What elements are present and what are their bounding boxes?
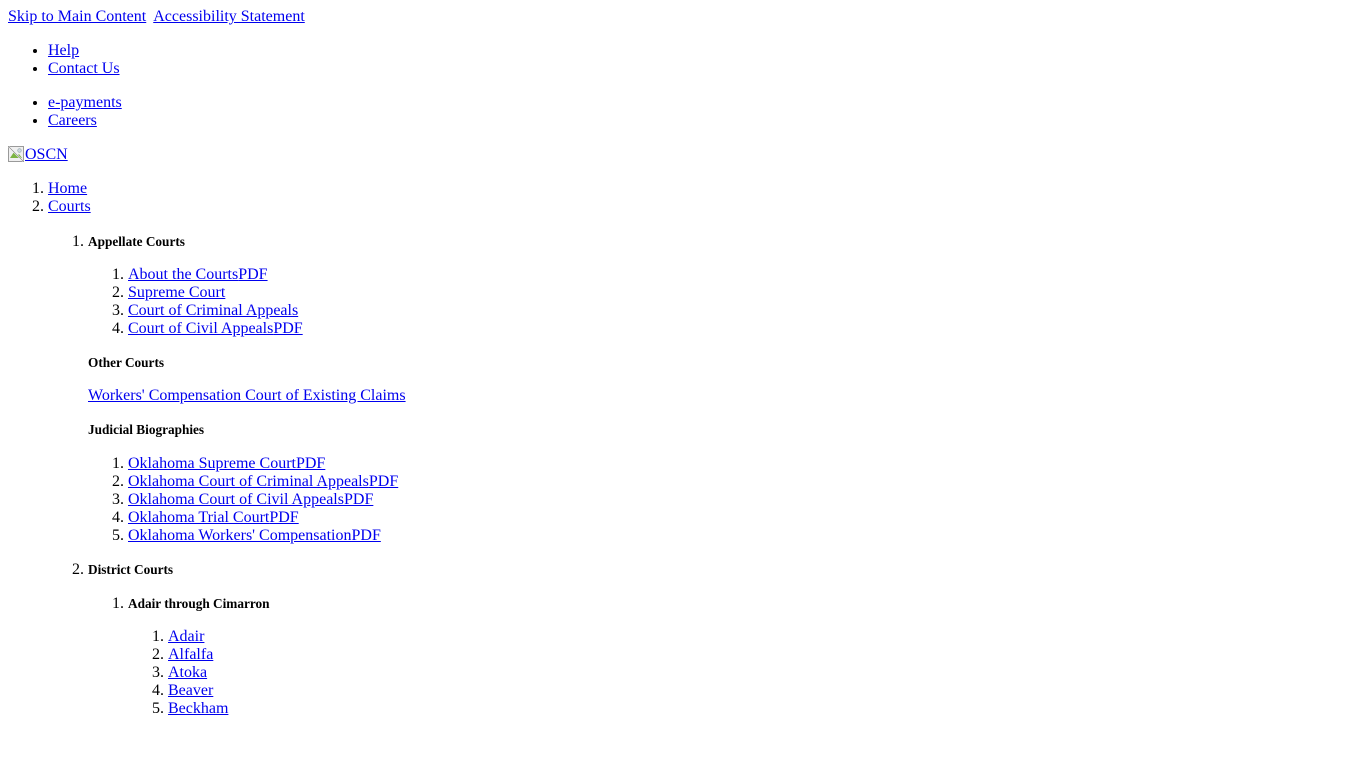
page-title-district-courts: District Courts — [88, 562, 174, 578]
pdf-icon-alt: PDF — [368, 472, 399, 490]
appellate-courts-links: About the CourtsPDF Supreme Court Court … — [88, 266, 1358, 338]
list-item: Court of Criminal Appeals — [128, 302, 1358, 320]
page-title-appellate-courts: Appellate Courts — [88, 233, 185, 249]
oklahoma-trial-court-bio-link[interactable]: Oklahoma Trial CourtPDF — [128, 509, 299, 526]
list-item: Court of Civil AppealsPDF — [128, 320, 1358, 338]
pdf-icon-alt: PDF — [273, 320, 303, 338]
help-link[interactable]: Help — [48, 42, 79, 59]
page-body: { "skip_links": [ { "label": "Skip to Ma… — [0, 0, 1366, 768]
page-title-judicial-biographies: Judicial Biographies — [88, 421, 205, 437]
link-label: Oklahoma Court of Criminal Appeals — [128, 472, 369, 490]
link-label: Supreme Court — [128, 284, 226, 302]
section-district-courts: District Courts Adair through Cimarron A… — [88, 561, 1358, 718]
utility-nav-secondary: e-payments Careers — [8, 94, 1358, 130]
breadcrumb-item-home: Home — [48, 180, 1358, 198]
list-item: Oklahoma Supreme CourtPDF — [128, 455, 1358, 473]
about-the-courts-link[interactable]: About the CourtsPDF — [128, 266, 268, 283]
oklahoma-workers-compensation-bio-link[interactable]: Oklahoma Workers' CompensationPDF — [128, 527, 381, 544]
list-item: Adair — [168, 628, 1358, 646]
other-courts-paragraph: Workers' Compensation Court of Existing … — [88, 387, 1358, 405]
county-link-beaver[interactable]: Beaver — [168, 682, 213, 699]
section-appellate-courts: Appellate Courts About the CourtsPDF Sup… — [88, 233, 1358, 545]
pdf-icon-alt: PDF — [343, 490, 374, 508]
link-label: About the Courts — [128, 266, 239, 284]
list-item: e-payments — [48, 94, 1358, 112]
courts-sections-list: Appellate Courts About the CourtsPDF Sup… — [48, 233, 1358, 719]
utility-nav-primary: Help Contact Us — [8, 42, 1358, 78]
page-title-adair-through-cimarron: Adair through Cimarron — [128, 595, 270, 611]
county-link-beckham[interactable]: Beckham — [168, 700, 228, 717]
district-courts-groups: Adair through Cimarron Adair Alfalfa Ato… — [88, 595, 1358, 719]
oklahoma-court-of-criminal-appeals-bio-link[interactable]: Oklahoma Court of Criminal AppealsPDF — [128, 473, 398, 490]
list-item: Oklahoma Court of Criminal AppealsPDF — [128, 473, 1358, 491]
court-of-criminal-appeals-link[interactable]: Court of Criminal Appeals — [128, 302, 298, 319]
list-item: Alfalfa — [168, 646, 1358, 664]
link-label: Oklahoma Workers' Compensation — [128, 526, 352, 544]
site-logo-container: OSCN — [8, 146, 1358, 164]
page-title-other-courts: Other Courts — [88, 354, 165, 370]
link-label: Court of Civil Appeals — [128, 320, 274, 338]
list-item: Help — [48, 42, 1358, 60]
list-item: Supreme Court — [128, 284, 1358, 302]
breadcrumb: Home Courts Appellate Courts About the C… — [8, 180, 1358, 718]
broken-image-icon — [8, 146, 24, 162]
breadcrumb-home-link[interactable]: Home — [48, 180, 87, 197]
list-item: Oklahoma Workers' CompensationPDF — [128, 527, 1358, 545]
list-item: Careers — [48, 112, 1358, 130]
e-payments-link[interactable]: e-payments — [48, 94, 122, 111]
link-label: Oklahoma Supreme Court — [128, 454, 296, 472]
list-item: Beaver — [168, 682, 1358, 700]
supreme-court-link[interactable]: Supreme Court — [128, 284, 225, 301]
oscn-logo-link[interactable]: OSCN — [8, 146, 68, 163]
workers-compensation-court-link[interactable]: Workers' Compensation Court of Existing … — [88, 387, 406, 404]
list-item: Oklahoma Trial CourtPDF — [128, 509, 1358, 527]
link-label: Oklahoma Court of Civil Appeals — [128, 490, 344, 508]
breadcrumb-courts-link[interactable]: Courts — [48, 198, 91, 215]
pdf-icon-alt: PDF — [295, 454, 326, 472]
pdf-icon-alt: PDF — [238, 266, 268, 284]
skip-links-bar: Skip to Main Content Accessibility State… — [8, 8, 1358, 26]
accessibility-statement-link[interactable]: Accessibility Statement — [153, 8, 305, 25]
court-of-civil-appeals-link[interactable]: Court of Civil AppealsPDF — [128, 320, 303, 337]
contact-us-link[interactable]: Contact Us — [48, 60, 120, 77]
list-item: Atoka — [168, 664, 1358, 682]
link-label: Court of Criminal Appeals — [128, 302, 299, 320]
county-link-alfalfa[interactable]: Alfalfa — [168, 646, 213, 663]
oklahoma-supreme-court-bio-link[interactable]: Oklahoma Supreme CourtPDF — [128, 455, 325, 472]
skip-to-main-content-link[interactable]: Skip to Main Content — [8, 8, 146, 25]
careers-link[interactable]: Careers — [48, 112, 97, 129]
county-list: Adair Alfalfa Atoka Beaver Beckham — [128, 628, 1358, 718]
breadcrumb-item-courts: Courts — [48, 198, 1358, 216]
county-link-atoka[interactable]: Atoka — [168, 664, 207, 681]
county-link-adair[interactable]: Adair — [168, 628, 204, 645]
list-item: Contact Us — [48, 60, 1358, 78]
group-adair-through-cimarron: Adair through Cimarron Adair Alfalfa Ato… — [128, 595, 1358, 719]
pdf-icon-alt: PDF — [269, 508, 299, 526]
list-item: Oklahoma Court of Civil AppealsPDF — [128, 491, 1358, 509]
pdf-icon-alt: PDF — [351, 526, 381, 544]
judicial-biographies-links: Oklahoma Supreme CourtPDF Oklahoma Court… — [88, 455, 1358, 545]
list-item: About the CourtsPDF — [128, 266, 1358, 284]
list-item: Beckham — [168, 700, 1358, 718]
oscn-logo-alt-text: OSCN — [25, 146, 68, 163]
link-label: Oklahoma Trial Court — [128, 508, 270, 526]
oklahoma-court-of-civil-appeals-bio-link[interactable]: Oklahoma Court of Civil AppealsPDF — [128, 491, 373, 508]
